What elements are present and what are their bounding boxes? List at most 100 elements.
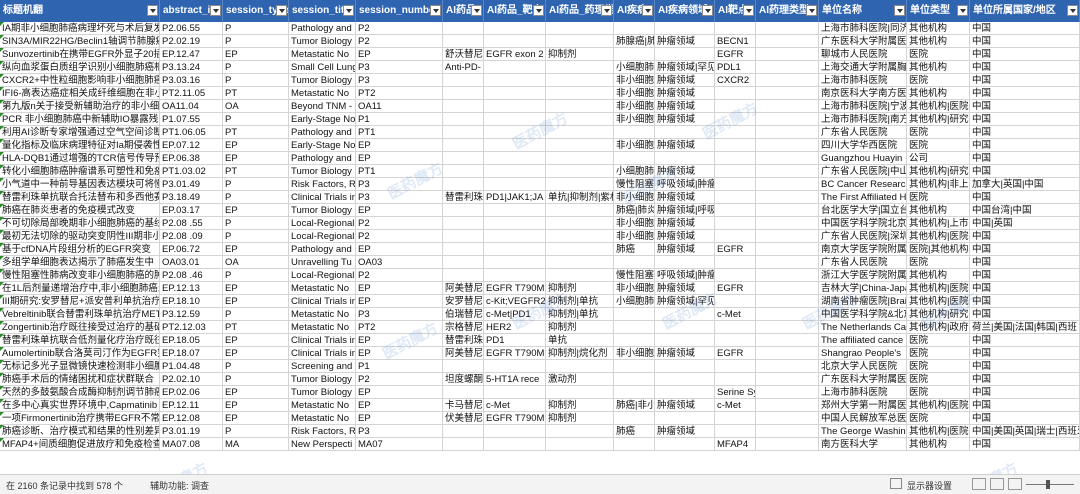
table-cell[interactable] [756,113,819,126]
table-cell[interactable]: 肿瘤领域 [655,399,715,412]
spreadsheet-grid[interactable]: 标题机翻 abstract_id session_type session_title… [0,0,1080,474]
table-cell[interactable]: EGFR T790M [484,347,546,360]
table-cell[interactable]: 肿瘤领域|罕见 [655,61,715,74]
table-cell[interactable]: EP.07.12 [160,139,223,152]
table-cell[interactable]: EP [223,48,289,61]
table-cell[interactable]: P3.03.16 [160,74,223,87]
table-cell[interactable] [715,425,756,438]
table-cell[interactable]: 非小细胞 [614,113,655,126]
table-cell[interactable]: PT2.12.03 [160,321,223,334]
table-cell[interactable]: 公司 [907,152,970,165]
table-cell[interactable]: P2.06.55 [160,22,223,35]
table-cell[interactable]: 医院 [907,412,970,425]
filter-dropdown-icon[interactable] [702,5,713,16]
table-cell[interactable]: P2 [356,373,443,386]
table-cell[interactable]: 加拿大|英国|中国 [970,178,1080,191]
table-cell[interactable]: Pathology and [289,22,356,35]
table-cell[interactable]: 其他机构|研究 [907,308,970,321]
table-cell[interactable]: 上海市肺科医院 [819,74,907,87]
table-cell[interactable]: EGFR [715,48,756,61]
table-cell[interactable]: 非小细胞 [614,139,655,152]
table-cell[interactable]: MFAP4+间质细胞促进放疗和免疫检查 [0,438,160,451]
table-cell[interactable]: Zongertinib治疗既往接受过治疗的基础 [0,321,160,334]
filter-dropdown-icon[interactable] [894,5,905,16]
table-cell[interactable]: 无标记多光子显微镜快速检测非小细胞 [0,360,160,373]
table-cell[interactable]: 呼吸领域|肿瘤 [655,269,715,282]
table-row[interactable]: Sunvozertinib在携带EGFR外显子20插入 EP.12.47 EP Met… [0,48,1080,61]
table-row[interactable]: 替雷利珠单抗联合托法替布和多西他赛 P3.18.49 P Clinical Trial… [0,191,1080,204]
table-row[interactable]: 第九版n关于接受新辅助治疗的非小细胞 OA11.04 OA Beyond TNM -O… [0,100,1080,113]
table-cell[interactable]: PT1.06.05 [160,126,223,139]
table-cell[interactable] [484,386,546,399]
table-cell[interactable]: 小细胞肺 [614,61,655,74]
table-cell[interactable]: 5-HT1A rece [484,373,546,386]
table-cell[interactable]: P3 [356,61,443,74]
table-cell[interactable] [756,74,819,87]
table-cell[interactable]: PT2 [356,87,443,100]
table-cell[interactable]: 中国 [970,295,1080,308]
table-cell[interactable]: 医院|其他机构 [907,243,970,256]
table-cell[interactable] [614,308,655,321]
table-cell[interactable]: 中国|美国|英国|瑞士|西班牙 [970,425,1080,438]
table-cell[interactable]: 中国 [970,139,1080,152]
table-cell[interactable]: P [223,61,289,74]
table-cell[interactable] [715,126,756,139]
table-cell[interactable] [756,22,819,35]
table-cell[interactable]: 浙江大学医学院附属 [819,269,907,282]
table-cell[interactable]: 转化小细胞肺癌肿瘤谱系可塑性和免疫 [0,165,160,178]
table-cell[interactable]: 中国 [970,152,1080,165]
table-cell[interactable] [546,61,614,74]
table-cell[interactable]: Anti-PD- [443,61,484,74]
column-header[interactable]: 单位所属国家/地区 [970,0,1080,22]
table-cell[interactable]: Pathology and [289,126,356,139]
table-cell[interactable]: 中国人民解放军总医院 [819,412,907,425]
table-cell[interactable] [756,399,819,412]
table-cell[interactable] [715,256,756,269]
table-cell[interactable]: P1 [356,113,443,126]
table-cell[interactable]: P2.02.10 [160,373,223,386]
table-cell[interactable] [484,165,546,178]
table-cell[interactable]: 医院 [907,74,970,87]
table-cell[interactable]: 肿瘤领域 [655,87,715,100]
table-cell[interactable] [443,386,484,399]
table-cell[interactable]: EP [356,347,443,360]
table-cell[interactable] [443,217,484,230]
table-cell[interactable]: Early-Stage No [289,139,356,152]
table-cell[interactable]: Clinical Trials in [289,347,356,360]
table-cell[interactable]: 阿美替尼 [443,282,484,295]
table-cell[interactable]: 中国|英国 [970,217,1080,230]
table-cell[interactable] [546,165,614,178]
table-cell[interactable]: 中国 [970,360,1080,373]
table-cell[interactable]: EP [356,243,443,256]
table-cell[interactable] [715,360,756,373]
table-cell[interactable]: P2 [356,35,443,48]
table-cell[interactable] [484,178,546,191]
table-cell[interactable]: EP.02.06 [160,386,223,399]
table-cell[interactable] [484,22,546,35]
table-cell[interactable]: Screening and [289,360,356,373]
table-cell[interactable]: 中国 [970,165,1080,178]
table-cell[interactable] [443,243,484,256]
table-cell[interactable]: HLA-DQB1通过增强的TCR信号传导预测 [0,152,160,165]
table-cell[interactable]: EP [356,204,443,217]
table-cell[interactable]: Tumor Biology [289,386,356,399]
table-cell[interactable]: Clinical Trials in [289,334,356,347]
table-cell[interactable]: 替雷利珠单抗联合低剂量化疗治疗既往 [0,334,160,347]
table-cell[interactable]: c-Kit;VEGFR2 [484,295,546,308]
table-cell[interactable]: P1 [356,360,443,373]
table-cell[interactable]: 非小细胞 [614,347,655,360]
table-cell[interactable]: 荷兰|美国|法国|韩国|西班 [970,321,1080,334]
table-cell[interactable]: OA [223,100,289,113]
table-row[interactable]: 纵向血浆蛋白质组学识别小细胞肺癌相关 P3.13.24 P Small Cell Lu… [0,61,1080,74]
table-cell[interactable] [756,269,819,282]
table-cell[interactable]: 湖南省肿瘤医院|Brair [819,295,907,308]
table-cell[interactable]: OA [223,256,289,269]
table-cell[interactable]: 肿瘤领域 [655,243,715,256]
table-cell[interactable]: P2 [356,269,443,282]
table-cell[interactable]: 其他机构 [907,87,970,100]
table-cell[interactable]: 最初无法切除的驱动突变阴性III期非小细 [0,230,160,243]
table-row[interactable]: 在多中心真实世界环境中,Capmatinib EP.12.11 EP Metastat… [0,399,1080,412]
table-cell[interactable]: EP [223,412,289,425]
table-cell[interactable]: 中国 [970,22,1080,35]
table-cell[interactable]: 激动剂 [546,373,614,386]
